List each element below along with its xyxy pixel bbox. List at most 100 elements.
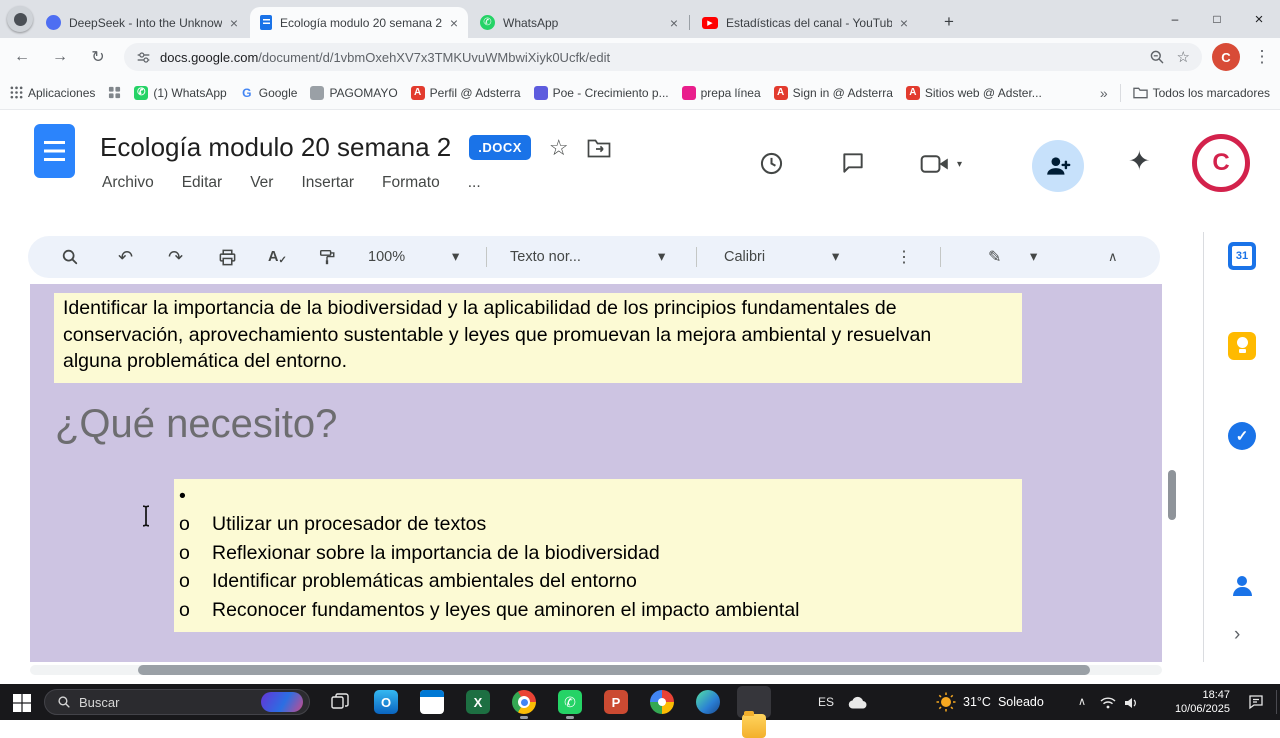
menu-ver[interactable]: Ver bbox=[250, 174, 273, 192]
horizontal-scrollbar[interactable] bbox=[138, 665, 1090, 675]
powerpoint-icon[interactable]: P bbox=[604, 690, 628, 714]
tab-youtube-stats[interactable]: ▶ Estadísticas del canal - YouTub... × bbox=[692, 7, 918, 38]
url-bar[interactable]: docs.google.com/document/d/1vbmOxehXV7x3… bbox=[124, 43, 1202, 71]
taskbar-search-box[interactable]: Buscar bbox=[44, 689, 310, 715]
window-close-button[interactable]: × bbox=[1238, 0, 1280, 38]
menu-editar[interactable]: Editar bbox=[182, 174, 223, 192]
comments-icon[interactable] bbox=[840, 150, 866, 176]
photos-icon[interactable] bbox=[650, 690, 674, 714]
list-item[interactable]: o Utilizar un procesador de textos bbox=[174, 511, 1022, 540]
chrome-icon[interactable] bbox=[512, 690, 536, 714]
vertical-scrollbar[interactable] bbox=[1168, 470, 1176, 520]
edge-icon[interactable] bbox=[696, 690, 720, 714]
onedrive-cloud-icon[interactable] bbox=[848, 696, 868, 709]
menu-more[interactable]: ... bbox=[468, 174, 481, 192]
undo-icon[interactable]: ↶ bbox=[118, 236, 133, 278]
account-avatar[interactable]: C bbox=[1192, 134, 1250, 192]
action-center-icon[interactable] bbox=[1248, 694, 1264, 710]
list-item[interactable]: o Reconocer fundamentos y leyes que amino… bbox=[174, 596, 1022, 625]
list-item[interactable]: • bbox=[174, 482, 1022, 511]
bookmark-aplicaciones[interactable]: Aplicaciones bbox=[10, 86, 95, 100]
new-tab-button[interactable]: + bbox=[936, 9, 962, 35]
spellcheck-icon[interactable]: A ✓ bbox=[268, 236, 287, 278]
star-document-icon[interactable]: ☆ bbox=[549, 135, 569, 161]
font-select[interactable]: Calibri bbox=[724, 236, 765, 278]
move-folder-icon[interactable] bbox=[587, 138, 611, 158]
task-view-icon[interactable] bbox=[328, 690, 352, 714]
outlook-icon[interactable]: O bbox=[374, 690, 398, 714]
taskbar-clock[interactable]: 18:47 10/06/2025 bbox=[1146, 689, 1230, 716]
menu-archivo[interactable]: Archivo bbox=[102, 174, 154, 192]
document-title[interactable]: Ecología modulo 20 semana 2 bbox=[100, 132, 451, 163]
bookmark-signin-adsterra[interactable]: A Sign in @ Adsterra bbox=[773, 85, 893, 100]
gemini-sparkle-icon[interactable]: ✦ bbox=[1128, 146, 1151, 177]
editing-mode-pen-icon[interactable]: ✎ bbox=[988, 236, 1001, 278]
calendar-app-icon[interactable] bbox=[420, 690, 444, 714]
print-icon[interactable] bbox=[218, 236, 237, 278]
bookmark-poe[interactable]: Poe - Crecimiento p... bbox=[533, 85, 669, 100]
tab-deepseek[interactable]: DeepSeek - Into the Unknown × bbox=[36, 7, 248, 38]
paint-format-icon[interactable] bbox=[318, 236, 336, 278]
menu-formato[interactable]: Formato bbox=[382, 174, 440, 192]
chevron-down-icon[interactable]: ▾ bbox=[1030, 236, 1037, 278]
bookmark-all-bookmarks[interactable]: Todos los marcadores bbox=[1132, 86, 1270, 100]
show-desktop-sliver[interactable] bbox=[1276, 690, 1277, 714]
bookmark-grid-only[interactable] bbox=[108, 86, 121, 99]
zoom-page-icon[interactable] bbox=[1149, 49, 1165, 65]
tab-whatsapp[interactable]: ✆ WhatsApp × bbox=[470, 7, 688, 38]
version-history-icon[interactable] bbox=[758, 150, 785, 177]
keep-notes-icon[interactable] bbox=[1228, 332, 1256, 360]
tasks-icon[interactable]: ✓ bbox=[1228, 422, 1256, 450]
reload-button[interactable]: ↻ bbox=[84, 43, 112, 71]
list-item[interactable]: o Reflexionar sobre la importancia de la … bbox=[174, 539, 1022, 568]
window-minimize-button[interactable]: – bbox=[1154, 0, 1196, 38]
browser-profile-avatar[interactable]: C bbox=[1212, 43, 1240, 71]
document-page[interactable]: Identificar la importancia de la biodive… bbox=[30, 284, 1162, 662]
share-button[interactable] bbox=[1032, 140, 1084, 192]
wifi-icon[interactable] bbox=[1100, 697, 1116, 709]
site-settings-icon[interactable] bbox=[136, 50, 151, 65]
bookmark-whatsapp[interactable]: ✆ (1) WhatsApp bbox=[134, 85, 227, 100]
search-menus-icon[interactable] bbox=[61, 236, 79, 278]
tray-expand-chevron[interactable]: ∧ bbox=[1078, 695, 1086, 708]
start-button[interactable] bbox=[10, 691, 34, 715]
language-indicator[interactable]: ES bbox=[818, 695, 834, 709]
tab-close-icon[interactable]: × bbox=[230, 15, 238, 31]
bookmark-pagomayo[interactable]: PAGOMAYO bbox=[310, 85, 398, 100]
tab-close-icon[interactable]: × bbox=[900, 15, 908, 31]
calendar-icon[interactable]: 31 bbox=[1228, 242, 1256, 270]
list-item[interactable]: o Identificar problemáticas ambientales d… bbox=[174, 568, 1022, 597]
bookmark-google[interactable]: G Google bbox=[240, 86, 297, 100]
contacts-icon[interactable] bbox=[1228, 572, 1256, 600]
more-options-icon[interactable]: ⋮ bbox=[896, 236, 912, 278]
document-heading[interactable]: ¿Qué necesito? bbox=[55, 402, 337, 447]
file-explorer-icon[interactable] bbox=[742, 711, 766, 738]
redo-icon[interactable]: ↷ bbox=[168, 236, 183, 278]
bookmark-star-icon[interactable]: ☆ bbox=[1177, 48, 1190, 66]
chevron-down-icon[interactable]: ▾ bbox=[832, 236, 839, 278]
chevron-down-icon[interactable]: ▾ bbox=[658, 236, 665, 278]
bookmarks-overflow-chevron[interactable]: » bbox=[1100, 85, 1108, 101]
collapse-toolbar-icon[interactable]: ∧ bbox=[1108, 236, 1118, 278]
window-maximize-button[interactable]: □ bbox=[1196, 0, 1238, 38]
browser-menu-icon[interactable]: ⋮ bbox=[1248, 43, 1276, 71]
highlighted-paragraph[interactable]: Identificar la importancia de la biodive… bbox=[54, 293, 1022, 383]
hide-side-panel-chevron[interactable]: › bbox=[1234, 624, 1240, 646]
bookmark-perfil-adsterra[interactable]: A Perfil @ Adsterra bbox=[410, 85, 521, 100]
excel-icon[interactable]: X bbox=[466, 690, 490, 714]
chevron-down-icon[interactable]: ▾ bbox=[452, 236, 459, 278]
meet-video-call-button[interactable]: ▾ bbox=[920, 154, 962, 174]
zoom-select[interactable]: 100% bbox=[368, 236, 405, 278]
volume-icon[interactable] bbox=[1124, 696, 1138, 710]
bookmark-sitios-adsterra[interactable]: A Sitios web @ Adster... bbox=[905, 85, 1042, 100]
weather-widget[interactable]: 31°C Soleado bbox=[936, 692, 1044, 712]
menu-insertar[interactable]: Insertar bbox=[301, 174, 354, 192]
search-highlight-image[interactable] bbox=[261, 692, 303, 712]
paragraph-style-select[interactable]: Texto nor... bbox=[510, 236, 581, 278]
tab-ecologia-doc[interactable]: Ecología modulo 20 semana 2... × bbox=[250, 7, 468, 38]
tab-close-icon[interactable]: × bbox=[450, 15, 458, 31]
bookmark-prepa-linea[interactable]: prepa línea bbox=[681, 85, 761, 100]
back-button[interactable]: ← bbox=[8, 43, 36, 71]
whatsapp-icon[interactable]: ✆ bbox=[558, 690, 582, 714]
highlighted-list[interactable]: • o Utilizar un procesador de textos o Ref… bbox=[174, 479, 1022, 632]
